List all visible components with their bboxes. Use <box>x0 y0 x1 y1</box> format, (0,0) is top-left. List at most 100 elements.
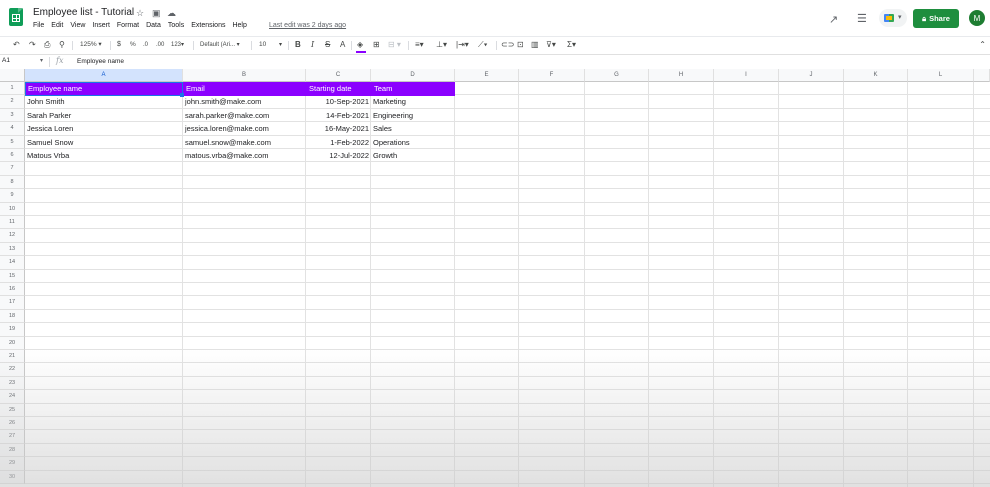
insert-chart-icon[interactable]: ▥ <box>531 40 539 50</box>
row-header[interactable]: 22 <box>0 363 25 377</box>
more-formats-select[interactable]: 123▾ <box>171 40 184 50</box>
text-rotation-icon[interactable]: ⟋▾ <box>478 40 488 50</box>
row-header[interactable]: 6 <box>0 149 25 163</box>
borders-icon[interactable]: ⊞ <box>373 40 380 50</box>
table-cell[interactable]: John Smith <box>25 95 183 108</box>
table-cell[interactable]: 12-Jul-2022 <box>306 149 371 162</box>
table-cell[interactable]: Engineering <box>371 109 455 122</box>
merge-cells-icon[interactable]: ⊟ ▾ <box>388 40 401 50</box>
currency-format-button[interactable]: $ <box>117 40 121 50</box>
row-header[interactable]: 28 <box>0 443 25 458</box>
menu-item-view[interactable]: View <box>70 22 85 29</box>
spreadsheet-grid[interactable]: A B C D E F G H I J K L 1 2 3 4 5 6 7 8 9 10 11 12 13 14 15 16 17 18 1… <box>0 69 990 487</box>
text-color-button[interactable]: A <box>340 40 345 50</box>
row-header[interactable]: 12 <box>0 229 25 243</box>
row-header[interactable]: 2 <box>0 95 25 109</box>
row-header[interactable]: 19 <box>0 323 25 337</box>
increase-decimal-button[interactable]: .00 <box>156 40 164 50</box>
table-cell[interactable]: jessica.loren@make.com <box>183 122 306 135</box>
collapse-menus-icon[interactable]: ⌃ <box>979 40 986 49</box>
share-button[interactable]: 🔒︎ Share <box>913 9 959 28</box>
menu-item-tools[interactable]: Tools <box>168 22 184 29</box>
vertical-align-icon[interactable]: ⊥▾ <box>436 40 447 50</box>
header-cell[interactable]: Starting date <box>306 82 371 96</box>
fill-color-icon[interactable]: ◈ <box>357 40 363 50</box>
row-header[interactable]: 10 <box>0 202 25 216</box>
column-header-g[interactable]: G <box>585 69 649 82</box>
column-header-f[interactable]: F <box>519 69 585 82</box>
insert-link-icon[interactable]: ⊂⊃ <box>501 40 514 50</box>
table-cell[interactable]: Marketing <box>371 95 455 108</box>
select-all-corner[interactable] <box>0 69 25 82</box>
column-header-d[interactable]: D <box>371 69 455 82</box>
row-header[interactable]: 27 <box>0 430 25 444</box>
horizontal-align-icon[interactable]: ≡▾ <box>415 40 424 50</box>
italic-button[interactable]: I <box>311 40 314 50</box>
chevron-down-icon[interactable]: ▾ <box>40 57 43 64</box>
column-header-l[interactable]: L <box>908 69 974 82</box>
table-cell[interactable]: Matous Vrba <box>25 149 183 162</box>
activity-trend-icon[interactable]: ↗ <box>829 13 838 26</box>
menu-item-edit[interactable]: Edit <box>51 22 63 29</box>
strikethrough-button[interactable]: S <box>325 40 330 50</box>
menu-item-format[interactable]: Format <box>117 22 139 29</box>
table-cell[interactable]: sarah.parker@make.com <box>183 109 306 122</box>
column-header-b[interactable]: B <box>183 69 306 82</box>
table-cell[interactable]: Samuel Snow <box>25 136 183 149</box>
row-header[interactable]: 3 <box>0 108 25 123</box>
table-cell[interactable]: Sales <box>371 122 455 135</box>
column-header-i[interactable]: I <box>714 69 779 82</box>
row-header[interactable]: 1 <box>0 82 25 96</box>
insert-comment-icon[interactable]: ⊡ <box>517 40 524 50</box>
column-header-a[interactable]: A <box>25 69 183 82</box>
text-wrapping-icon[interactable]: |⇥▾ <box>456 40 469 50</box>
table-cell[interactable]: 14-Feb-2021 <box>306 109 371 122</box>
comment-history-icon[interactable]: ☰ <box>857 12 867 25</box>
row-header[interactable]: 21 <box>0 350 25 364</box>
column-header-k[interactable]: K <box>844 69 908 82</box>
undo-icon[interactable]: ↶ <box>13 40 20 50</box>
avatar[interactable]: M <box>969 10 985 26</box>
column-header-e[interactable]: E <box>455 69 519 82</box>
menu-item-help[interactable]: Help <box>232 22 246 29</box>
header-cell[interactable]: Team <box>371 82 455 96</box>
zoom-select[interactable]: 125% ▾ <box>80 40 102 50</box>
column-header-h[interactable]: H <box>649 69 714 82</box>
row-header[interactable]: 5 <box>0 135 25 149</box>
row-header[interactable]: 15 <box>0 269 25 283</box>
row-header[interactable]: 29 <box>0 457 25 471</box>
row-header[interactable]: 17 <box>0 296 25 310</box>
move-folder-icon[interactable]: ▣ <box>152 8 161 19</box>
table-cell[interactable]: samuel.snow@make.com <box>183 136 306 149</box>
row-header[interactable]: 11 <box>0 216 25 230</box>
menu-item-data[interactable]: Data <box>146 22 161 29</box>
table-cell[interactable]: 16-May-2021 <box>306 122 371 135</box>
filter-icon[interactable]: ⊽▾ <box>546 40 556 50</box>
row-header[interactable]: 13 <box>0 242 25 257</box>
table-cell[interactable]: john.smith@make.com <box>183 95 306 108</box>
column-header-j[interactable]: J <box>779 69 844 82</box>
print-icon[interactable]: ⎙ <box>44 40 50 50</box>
percent-format-button[interactable]: % <box>130 40 136 50</box>
decrease-decimal-button[interactable]: .0 <box>143 40 148 50</box>
name-box[interactable]: A1 <box>2 57 10 64</box>
font-select[interactable]: Default (Ari... ▾ <box>200 40 240 50</box>
table-cell[interactable]: Sarah Parker <box>25 109 183 122</box>
menu-item-extensions[interactable]: Extensions <box>191 22 225 29</box>
cloud-status-icon[interactable]: ☁ <box>167 8 176 19</box>
formula-input[interactable]: Employee name <box>77 58 124 65</box>
row-header[interactable]: 30 <box>0 470 25 484</box>
row-header[interactable]: 14 <box>0 256 25 270</box>
row-header[interactable]: 9 <box>0 189 25 203</box>
menu-item-file[interactable]: File <box>33 22 44 29</box>
menu-item-insert[interactable]: Insert <box>92 22 110 29</box>
functions-icon[interactable]: Σ▾ <box>567 40 576 50</box>
row-header[interactable]: 24 <box>0 390 25 404</box>
row-header[interactable]: 26 <box>0 417 25 431</box>
table-cell[interactable]: Operations <box>371 136 455 149</box>
last-edit-link[interactable]: Last edit was 2 days ago <box>269 22 346 29</box>
font-size-select[interactable]: 10 <box>259 40 266 50</box>
table-cell[interactable]: Jessica Loren <box>25 122 183 135</box>
redo-icon[interactable]: ↷ <box>29 40 36 50</box>
bold-button[interactable]: B <box>295 40 301 50</box>
